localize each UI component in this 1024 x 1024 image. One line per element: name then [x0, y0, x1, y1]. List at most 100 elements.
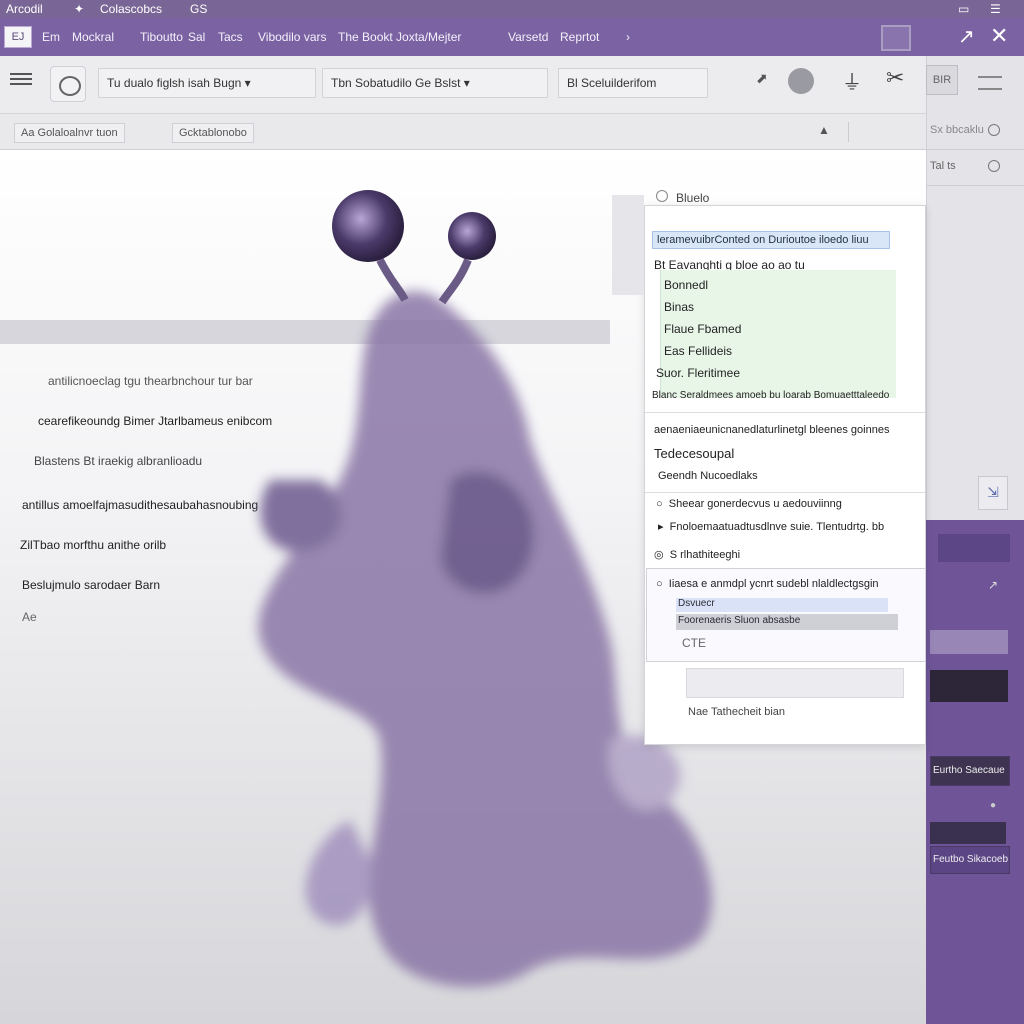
dialog-highlight-row[interactable]: Dsvuecr: [676, 598, 888, 612]
toolbar-select-3[interactable]: Bl Sceluilderifom: [558, 68, 708, 98]
dialog-divider: [645, 412, 925, 413]
menu-item[interactable]: Mockral: [72, 30, 114, 44]
dialog-row-label: S rlhathiteeghi: [669, 549, 741, 561]
menu-item[interactable]: Em: [42, 30, 60, 44]
dialog-list-item[interactable]: Flaue Fbamed: [664, 322, 741, 336]
topbar-menu-item[interactable]: Colascobcs: [100, 2, 162, 16]
divider: [848, 122, 878, 142]
toolbar-select-1-label: Tu dualo figlsh isah Bugn: [107, 76, 242, 90]
menu-item[interactable]: Varsetd: [508, 30, 548, 44]
right-panel-row[interactable]: Tal ts: [926, 150, 1024, 186]
menu-bar: EJ Em Mockral Tiboutto Sal Tacs Vibodilo…: [0, 18, 1024, 56]
dialog-row[interactable]: Tedecesoupal: [654, 446, 734, 461]
dialog-footer-text: Nae Tathecheit bian: [688, 706, 786, 718]
menu-item[interactable]: Tiboutto: [140, 30, 183, 44]
globe-icon[interactable]: [788, 68, 814, 94]
toolbar-select-2-label: Tbn Sobatudilo Ge Bslst: [331, 76, 461, 90]
chevron-down-icon: ▾: [244, 76, 251, 90]
dialog-list-item[interactable]: Suor. Fleritimee: [656, 366, 740, 380]
menu-item[interactable]: Sal: [188, 30, 205, 44]
dialog-side-handle[interactable]: [612, 195, 644, 295]
radio-button[interactable]: [656, 190, 668, 202]
canvas-text-line: Blastens Bt iraekig albranlioadu: [34, 454, 203, 468]
sparkle-icon: ✦: [74, 2, 85, 16]
chevron-right-icon[interactable]: ›: [626, 30, 630, 44]
dialog-title: Bluelo: [676, 191, 710, 205]
dialog-list-item[interactable]: Binas: [664, 300, 694, 314]
dialog-row[interactable]: ▸ Fnoloemaatuadtusdlnve suie. Tlentudrtg…: [658, 520, 884, 533]
panel-box[interactable]: Feutbo Sikacoeb: [930, 846, 1010, 874]
tools-icon[interactable]: ✂: [886, 65, 904, 91]
panel-dark-block[interactable]: [930, 670, 1008, 702]
minimize-icon[interactable]: [978, 62, 1002, 96]
menu-item[interactable]: Vibodilo vars: [258, 30, 326, 44]
dialog-bottom-bar[interactable]: [686, 668, 904, 698]
arrow-icon[interactable]: ⬈: [756, 70, 768, 87]
menu-item[interactable]: Tacs: [218, 30, 243, 44]
dialog-row[interactable]: ○ Sheear gonerdecvus u aedouviinng: [656, 498, 842, 510]
caret-up-icon[interactable]: ▲: [818, 123, 830, 137]
dialog-row[interactable]: Geendh Nucoedlaks: [658, 470, 758, 482]
pin-icon[interactable]: ↗: [988, 578, 998, 592]
filter-chip[interactable]: Aa Golaloalnvr tuon: [14, 123, 125, 143]
toolbar-select-2[interactable]: Tbn Sobatudilo Ge Bslst ▾: [322, 68, 548, 98]
dialog-selected-row[interactable]: leramevuibrConted on Durioutoe iloedo li…: [652, 231, 890, 249]
right-panel-tab[interactable]: BIR: [926, 65, 958, 95]
cloud-button[interactable]: [50, 66, 86, 102]
system-top-bar: Arcodil ✦ Colascobcs GS ▭ ☰: [0, 0, 1024, 18]
filter-chip[interactable]: Gcktablonobo: [172, 123, 254, 143]
canvas-text-line: antilicnoeclag tgu thearbnchour tur bar: [48, 374, 253, 388]
dialog-list-item[interactable]: Eas Fellideis: [664, 344, 732, 358]
pointer-icon: ▸: [658, 521, 670, 533]
dialog-row-label: Sheear gonerdecvus u aedouviinng: [668, 498, 842, 510]
canvas-text-line: ZilTbao morfthu anithe orilb: [20, 538, 167, 552]
app-logo-icon[interactable]: EJ: [4, 26, 32, 48]
chevron-down-icon: ▾: [463, 76, 470, 90]
panel-box[interactable]: Eurtho Saecaue: [930, 756, 1010, 786]
dialog-long-row[interactable]: Blanc Seraldmees amoeb bu loarab Bomuaet…: [652, 390, 889, 401]
dialog-lower-title: ○ Iiaesa e anmdpl ycnrt sudebl nlaldlect…: [656, 578, 879, 590]
dot-icon: ●: [990, 800, 997, 811]
radio-button[interactable]: [988, 160, 1000, 172]
pin-icon[interactable]: ↗: [958, 24, 975, 49]
dialog-row[interactable]: ◎ S rlhathiteeghi: [654, 548, 740, 561]
radio-button[interactable]: [988, 124, 1000, 136]
eye-left-icon: [332, 190, 404, 262]
close-icon[interactable]: ✕: [990, 23, 1008, 49]
dialog-row-label: Fnoloemaatuadtusdlnve suie. Tlentudrtg. …: [669, 521, 885, 533]
window-toggle-button[interactable]: [881, 25, 911, 51]
panel-block[interactable]: [938, 534, 1010, 562]
canvas-text-line: antillus amoelfajmasudithesaubahasnoubin…: [22, 498, 259, 512]
dialog-lower-title-label: Iiaesa e anmdpl ycnrt sudebl nlaldlectgs…: [668, 578, 879, 590]
dialog-highlight-row-2[interactable]: Foorenaeris Sluon absasbe: [676, 614, 898, 630]
dialog-header: Bluelo: [616, 185, 746, 209]
dialog-divider: [645, 492, 925, 493]
panel-input[interactable]: [930, 630, 1008, 654]
hamburger-menu-icon[interactable]: [10, 70, 32, 88]
control-center-icon[interactable]: ☰: [990, 2, 1001, 16]
plug-icon[interactable]: ⏚: [842, 66, 862, 95]
expand-button[interactable]: ⇲: [978, 476, 1008, 510]
circle-icon: ○: [656, 578, 669, 590]
menu-item[interactable]: The Bookt Joxta/Mejter: [338, 30, 461, 44]
dialog-row[interactable]: aenaeniaeunicnanedlaturlinetgl bleenes g…: [654, 424, 889, 436]
dialog-list-item[interactable]: Bonnedl: [664, 278, 708, 292]
toolbar: Tu dualo figlsh isah Bugn ▾ Tbn Sobatudi…: [0, 56, 926, 114]
canvas-text-line: Beslujmulo sarodaer Barn: [22, 578, 161, 592]
cloud-icon: [59, 76, 81, 96]
radio-icon: ○: [656, 498, 669, 510]
right-panel-row[interactable]: Sx bbcaklu: [926, 114, 1024, 150]
right-panel-row-label: Tal ts: [930, 160, 956, 172]
dialog-c-label: CTE: [682, 636, 706, 650]
app-name[interactable]: Arcodil: [6, 2, 43, 16]
circle-icon: ◎: [654, 549, 670, 561]
filter-bar: Aa Golaloalnvr tuon Gcktablonobo ▲: [0, 114, 926, 150]
panel-dark-block-2[interactable]: [930, 822, 1006, 844]
battery-icon: ▭: [958, 2, 970, 16]
toolbar-select-1[interactable]: Tu dualo figlsh isah Bugn ▾: [98, 68, 316, 98]
menu-item[interactable]: Reprtot: [560, 30, 599, 44]
right-panel-row-label: Sx bbcaklu: [930, 124, 984, 136]
topbar-menu-item-2[interactable]: GS: [190, 2, 207, 16]
toolbar-select-3-label: Bl Sceluilderifom: [567, 76, 657, 90]
eye-right-icon: [448, 212, 496, 260]
